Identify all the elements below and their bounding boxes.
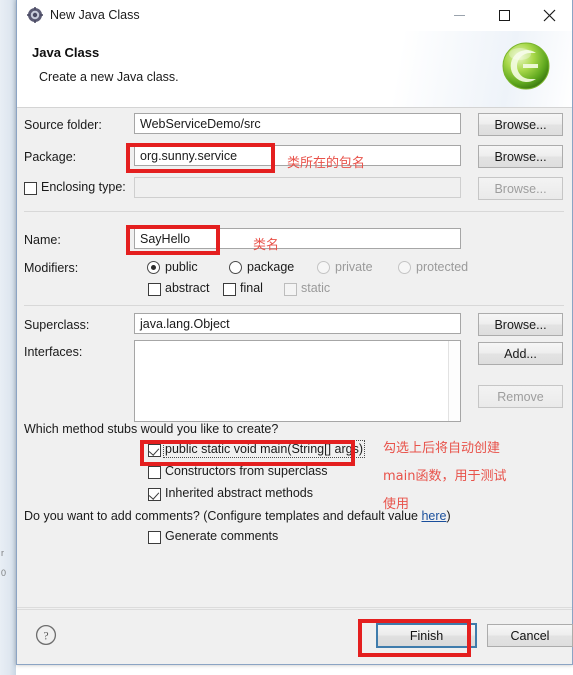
background-window-strip: r 0 (0, 0, 16, 675)
enclosing-type-browse-button: Browse... (478, 177, 563, 200)
interfaces-add-button[interactable]: Add... (478, 342, 563, 365)
java-class-icon (26, 7, 43, 24)
dialog-body: Source folder: WebServiceDemo/src Browse… (17, 108, 572, 608)
package-label: Package: (24, 150, 77, 164)
modifier-checkbox-abstract[interactable] (148, 283, 161, 296)
enclosing-type-input (134, 177, 461, 198)
maximize-icon[interactable] (482, 0, 527, 31)
modifier-label-public: public (165, 260, 198, 274)
name-label: Name: (24, 233, 61, 247)
modifier-radio-package[interactable] (229, 261, 242, 274)
modifier-label-private: private (335, 260, 373, 274)
modifier-label-abstract: abstract (165, 281, 210, 295)
separator (24, 305, 564, 306)
window-title: New Java Class (50, 8, 140, 22)
package-browse-button[interactable]: Browse... (478, 145, 563, 168)
superclass-label: Superclass: (24, 318, 90, 332)
source-folder-input[interactable]: WebServiceDemo/src (134, 113, 461, 134)
window-controls (437, 0, 572, 31)
separator (24, 211, 564, 212)
enclosing-type-checkbox[interactable] (24, 182, 37, 195)
new-java-class-dialog: New Java Class Java Class Create a new J… (16, 0, 573, 665)
annotation-text-package: 类所在的包名 (287, 156, 366, 171)
modifier-radio-public[interactable] (147, 261, 160, 274)
modifier-label-final: final (240, 281, 263, 295)
modifiers-label: Modifiers: (24, 261, 79, 275)
stub-label-constructors: Constructors from superclass (165, 464, 328, 478)
annotation-text-name: 类名 (253, 238, 280, 253)
source-folder-browse-button[interactable]: Browse... (478, 113, 563, 136)
modifier-checkbox-static (284, 283, 297, 296)
eclipse-logo-icon (500, 40, 552, 97)
page-title: Java Class (32, 45, 100, 60)
background-text-fragment: 0 (1, 568, 7, 578)
title-bar: New Java Class (17, 0, 572, 31)
generate-comments-checkbox[interactable] (148, 531, 161, 544)
stub-checkbox-main[interactable] (148, 444, 161, 457)
interfaces-remove-button: Remove (478, 385, 563, 408)
interfaces-list[interactable] (134, 340, 461, 422)
annotation-text-main-line2: main函数，用于测试 (383, 469, 507, 484)
configure-templates-link[interactable]: here (421, 509, 446, 523)
help-icon[interactable]: ? (35, 624, 57, 646)
stub-label-inherited: Inherited abstract methods (165, 486, 313, 500)
annotation-text-main-line3: 使用 (383, 497, 410, 512)
stub-checkbox-inherited[interactable] (148, 488, 161, 501)
interfaces-scrollbar[interactable] (448, 341, 460, 421)
modifier-radio-protected (398, 261, 411, 274)
dialog-footer: ? Finish Cancel (17, 609, 573, 664)
interfaces-label: Interfaces: (24, 345, 83, 359)
source-folder-label: Source folder: (24, 118, 102, 132)
modifier-checkbox-final[interactable] (223, 283, 236, 296)
page-description: Create a new Java class. (39, 70, 179, 84)
modifier-label-static: static (301, 281, 331, 295)
dialog-header: Java Class Create a new Java class. (17, 31, 572, 108)
modifier-label-package: package (247, 260, 295, 274)
background-text-fragment: r (1, 548, 4, 558)
comments-question-prefix: Do you want to add comments? (Configure … (24, 509, 422, 523)
generate-comments-label: Generate comments (165, 529, 279, 543)
cancel-button[interactable]: Cancel (487, 624, 573, 647)
minimize-icon[interactable] (437, 0, 482, 31)
superclass-browse-button[interactable]: Browse... (478, 313, 563, 336)
modifier-label-protected: protected (416, 260, 469, 274)
enclosing-type-label: Enclosing type: (41, 180, 126, 194)
method-stubs-question: Which method stubs would you like to cre… (24, 422, 279, 436)
modifier-radio-private (317, 261, 330, 274)
comments-question-suffix: ) (446, 509, 451, 523)
close-icon[interactable] (527, 0, 572, 31)
stub-label-main: public static void main(String[] args) (163, 440, 365, 458)
superclass-input[interactable]: java.lang.Object (134, 313, 461, 334)
stub-checkbox-constructors[interactable] (148, 466, 161, 479)
svg-text:?: ? (43, 630, 48, 642)
annotation-text-main-line1: 勾选上后将自动创建 (383, 441, 501, 456)
finish-button[interactable]: Finish (376, 623, 477, 648)
name-input[interactable]: SayHello (134, 228, 461, 249)
